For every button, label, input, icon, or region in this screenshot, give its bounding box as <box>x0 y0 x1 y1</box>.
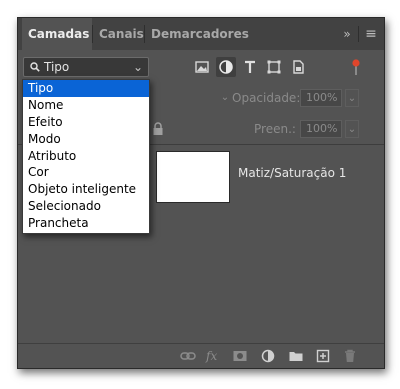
filter-kind-dropdown: Tipo Nome Efeito Modo Atributo Cor Objet… <box>22 79 150 234</box>
tab-camadas[interactable]: Camadas <box>22 18 92 50</box>
adjustment-filter-icon[interactable] <box>216 57 236 77</box>
dropdown-item-cor[interactable]: Cor <box>23 164 149 181</box>
controls-divider <box>358 26 359 42</box>
layer-name[interactable]: Matiz/Saturação 1 <box>238 166 346 180</box>
folder-icon[interactable] <box>288 348 304 364</box>
panel-menu-icon[interactable]: ≡ <box>362 18 380 50</box>
tab-demarcadores[interactable]: Demarcadores <box>145 18 249 50</box>
opacity-field[interactable]: 100% <box>300 89 342 107</box>
smart-object-filter-icon[interactable] <box>288 57 308 77</box>
dropdown-item-tipo[interactable]: Tipo <box>23 80 149 97</box>
fill-label: Preen.: <box>254 122 296 136</box>
dropdown-item-nome[interactable]: Nome <box>23 97 149 114</box>
layer-filter-bar: Tipo ⌄ <box>18 54 384 80</box>
fill-chevron-icon[interactable]: ⌄ <box>345 120 359 138</box>
dropdown-item-selecionado[interactable]: Selecionado <box>23 198 149 215</box>
new-layer-icon[interactable] <box>315 348 331 364</box>
shape-filter-icon[interactable] <box>264 57 284 77</box>
panel-tab-bar: Camadas Canais Demarcadores » ≡ <box>18 18 384 50</box>
link-icon[interactable] <box>180 348 196 364</box>
fx-icon[interactable]: fx <box>206 348 222 364</box>
layers-bottom-toolbar: fx <box>18 343 384 368</box>
search-icon <box>30 62 40 72</box>
trash-icon[interactable] <box>342 348 358 364</box>
tab-canais[interactable]: Canais <box>93 18 144 50</box>
mask-icon[interactable] <box>232 348 248 364</box>
dropdown-item-atributo[interactable]: Atributo <box>23 148 149 165</box>
dropdown-item-prancheta[interactable]: Prancheta <box>23 215 149 232</box>
type-filter-icon[interactable] <box>240 57 260 77</box>
opacity-label: Opacidade: <box>232 91 301 105</box>
blend-mode-chevron-icon[interactable]: ⌄ <box>218 89 232 107</box>
dropdown-item-efeito[interactable]: Efeito <box>23 114 149 131</box>
adjustment-icon[interactable] <box>260 348 276 364</box>
lock-all-icon[interactable] <box>152 122 164 139</box>
opacity-chevron-icon[interactable]: ⌄ <box>345 89 359 107</box>
fill-field[interactable]: 100% <box>300 120 342 138</box>
image-filter-icon[interactable] <box>192 57 212 77</box>
dropdown-item-modo[interactable]: Modo <box>23 131 149 148</box>
chevron-down-icon: ⌄ <box>132 60 143 74</box>
layer-mask-thumbnail[interactable] <box>156 151 230 203</box>
filter-kind-select[interactable]: Tipo ⌄ <box>23 57 149 77</box>
filter-kind-value: Tipo <box>44 60 70 74</box>
collapse-panel-icon[interactable]: » <box>338 18 356 50</box>
filter-toggle-switch[interactable] <box>352 59 360 75</box>
dropdown-item-objeto-inteligente[interactable]: Objeto inteligente <box>23 181 149 198</box>
